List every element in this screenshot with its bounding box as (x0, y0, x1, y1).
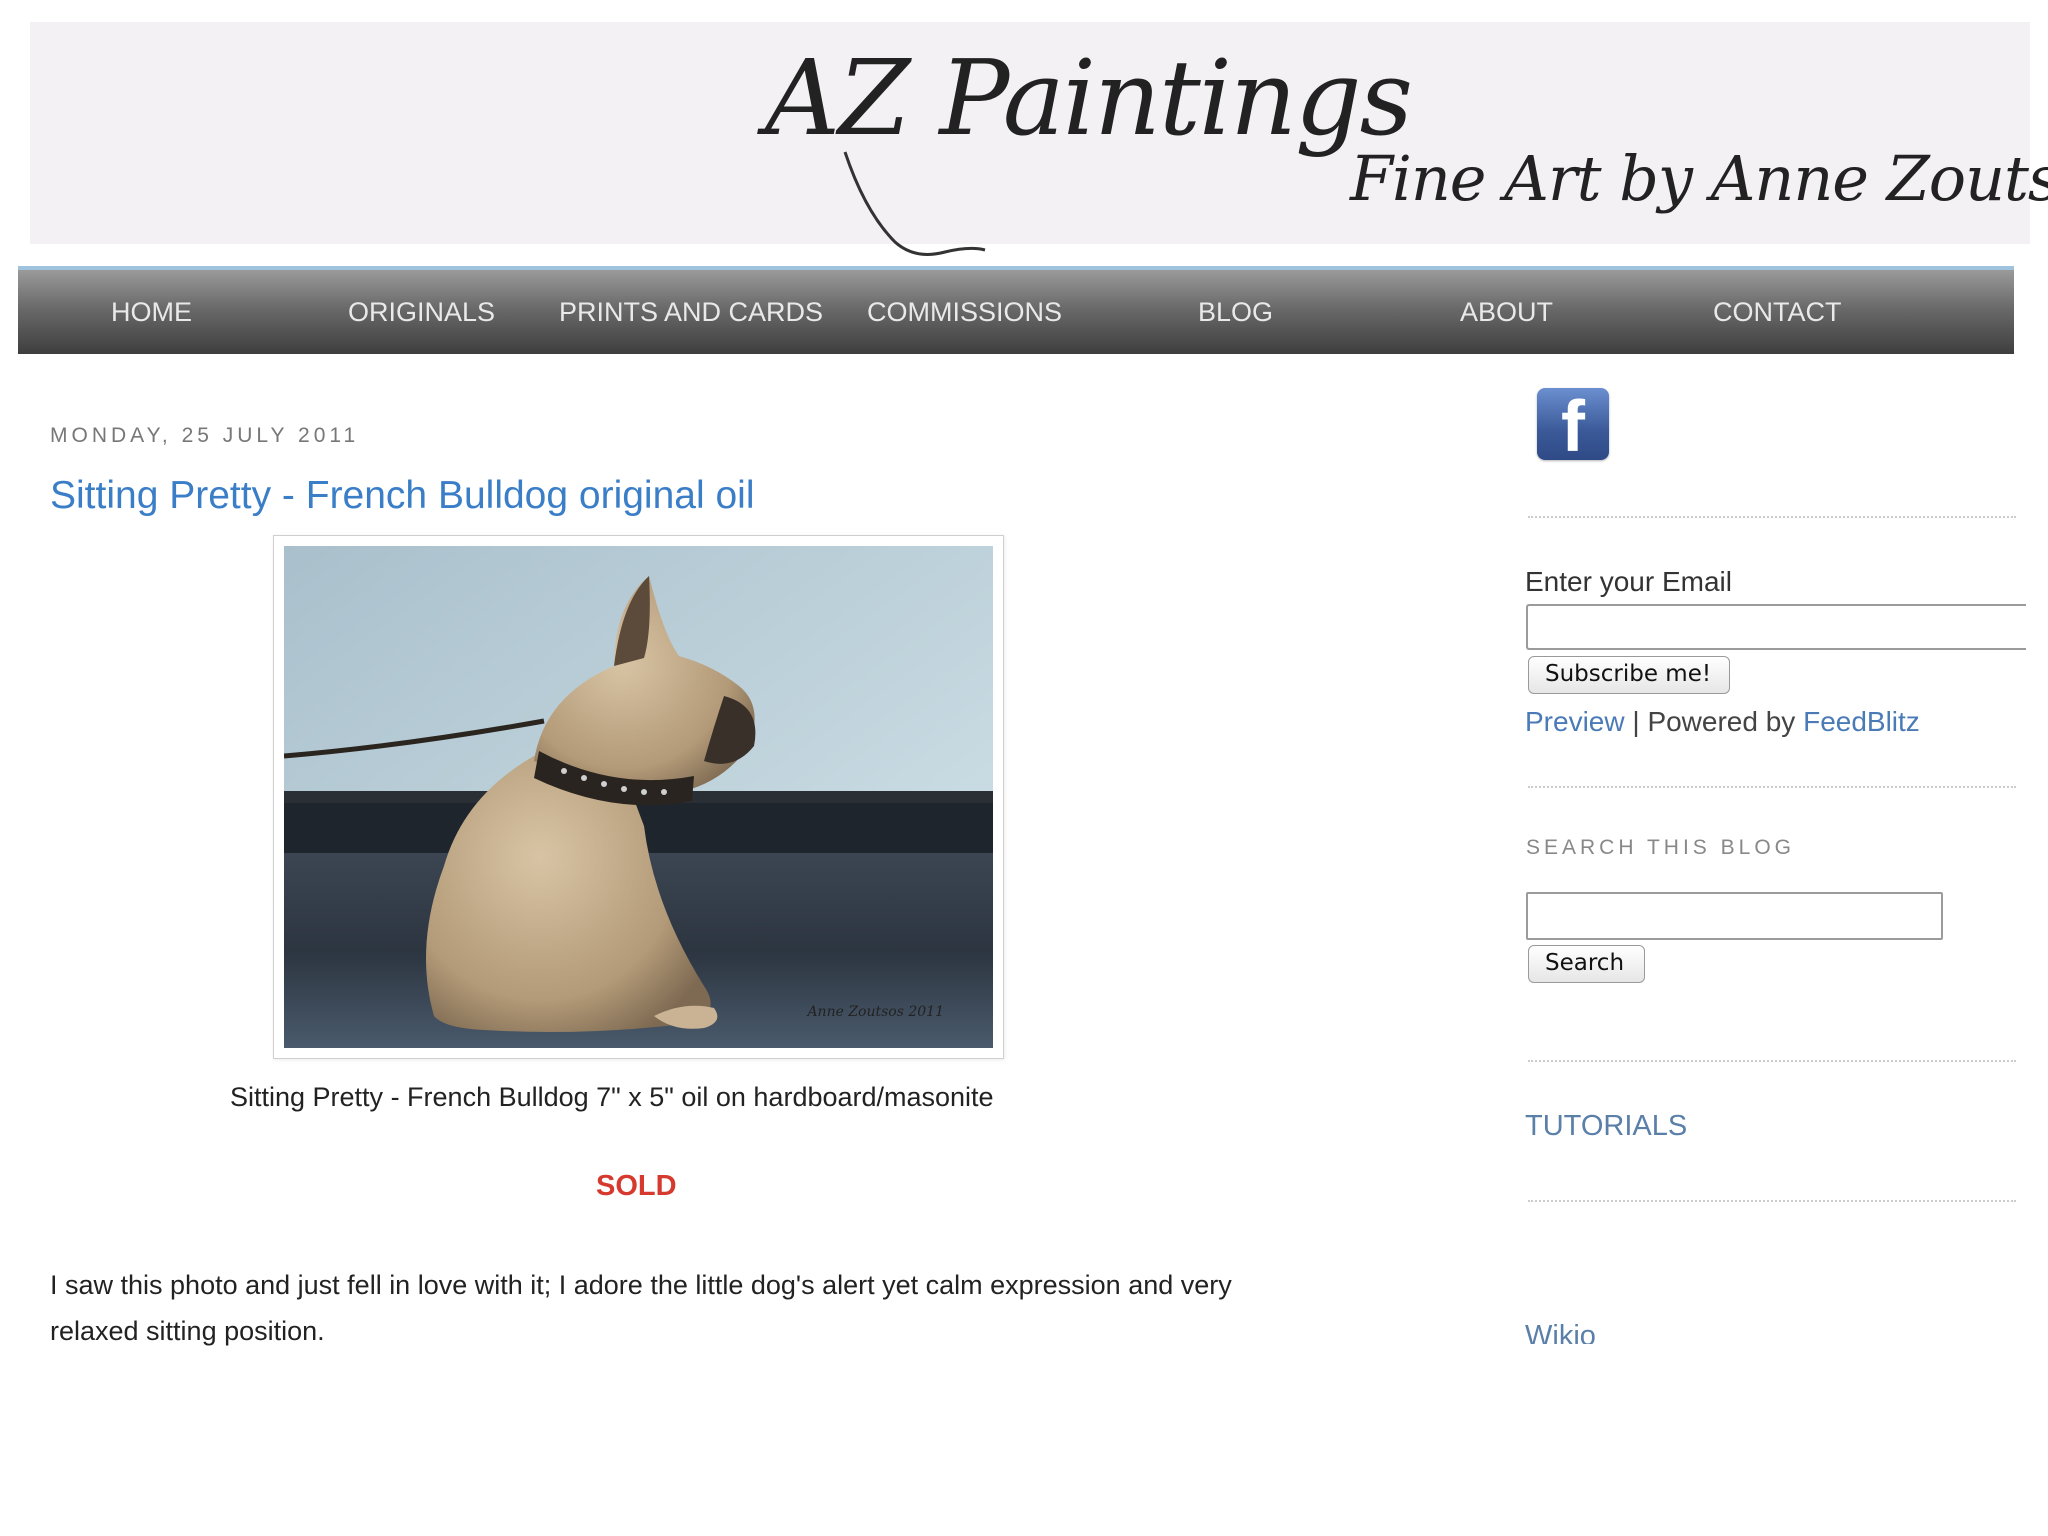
site-tagline: Fine Art by Anne Zoutsos (1350, 142, 2048, 215)
facebook-icon[interactable]: f (1537, 388, 1609, 466)
feedblitz-link[interactable]: FeedBlitz (1803, 706, 1920, 737)
preview-link[interactable]: Preview (1525, 706, 1625, 737)
sidebar-divider (1528, 786, 2016, 788)
wikio-link[interactable]: Wikio (1525, 1320, 1596, 1344)
post-body: I saw this photo and just fell in love w… (50, 1270, 1232, 1346)
search-button[interactable]: Search (1528, 945, 1645, 983)
post-title-link[interactable]: Sitting Pretty - French Bulldog original… (50, 474, 755, 518)
nav-blog[interactable]: BLOG (1198, 270, 1273, 354)
main-nav: HOME ORIGINALS PRINTS AND CARDS COMMISSI… (18, 266, 2014, 354)
feedblitz-line: Preview | Powered by FeedBlitz (1525, 706, 1920, 738)
sold-label: SOLD (596, 1170, 677, 1202)
search-input[interactable] (1526, 892, 1943, 940)
nav-home[interactable]: HOME (111, 270, 192, 354)
logo-flourish (843, 151, 986, 256)
image-caption: Sitting Pretty - French Bulldog 7" x 5" … (230, 1082, 994, 1112)
nav-contact[interactable]: CONTACT (1713, 270, 1842, 354)
sidebar-divider (1528, 1200, 2016, 1202)
painting-signature: Anne Zoutsos 2011 (805, 1004, 944, 1020)
nav-commissions[interactable]: COMMISSIONS (867, 270, 1062, 354)
post-date: MONDAY, 25 JULY 2011 (50, 424, 360, 447)
site-logo[interactable]: AZ Paintings (765, 37, 1413, 159)
powered-by-text: Powered by (1647, 706, 1796, 737)
french-bulldog-painting[interactable]: Anne Zoutsos 2011 (284, 546, 993, 1048)
tutorials-link[interactable]: TUTORIALS (1525, 1110, 1687, 1143)
sidebar-divider (1528, 1060, 2016, 1062)
email-input[interactable] (1526, 604, 2026, 650)
subscribe-button[interactable]: Subscribe me! (1528, 656, 1730, 694)
sidebar-divider (1528, 516, 2016, 518)
post-image-frame[interactable]: Anne Zoutsos 2011 (273, 535, 1004, 1059)
feed-separator: | (1632, 706, 1640, 737)
nav-originals[interactable]: ORIGINALS (348, 270, 495, 354)
site-header: AZ Paintings Fine Art by Anne Zoutsos (30, 22, 2048, 256)
nav-prints-and-cards[interactable]: PRINTS AND CARDS (559, 270, 823, 354)
search-heading: SEARCH THIS BLOG (1526, 836, 1795, 859)
email-label: Enter your Email (1525, 566, 1732, 597)
nav-about[interactable]: ABOUT (1460, 270, 1553, 354)
